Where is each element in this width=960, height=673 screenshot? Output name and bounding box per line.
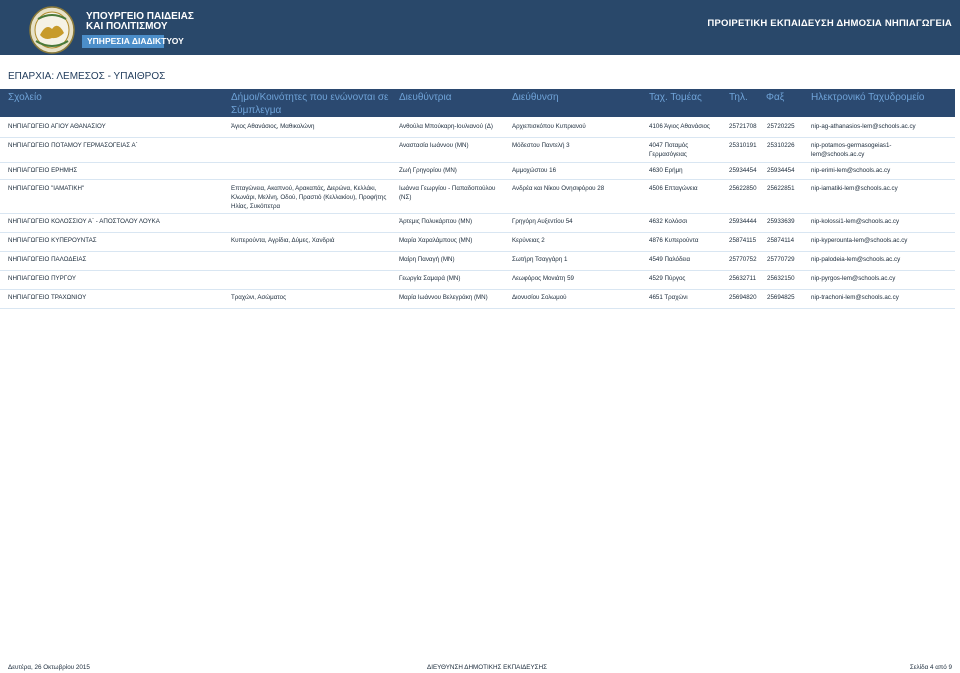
phone: 25310191 [729,142,757,149]
postal-code: 4549 Παλόδεια [649,256,691,263]
communities: Άγιος Αθανάσιος, Μαθικολώνη [231,123,315,130]
principal: Μαρία Χαραλάμπους (ΜΝ) [399,237,473,244]
principal: Ζωή Γρηγορίου (ΜΝ) [399,167,457,174]
principal: Αναστασία Ιωάννου (ΜΝ) [399,142,469,149]
principal: Γεωργία Σαμαρά (ΜΝ) [399,275,461,282]
principal: Άρτεμις Πολυκάρπου (ΜΝ) [399,218,473,225]
phone: 25721708 [729,123,757,130]
table-row: ΝΗΠΙΑΓΩΓΕΙΟ ΑΓΙΟΥ ΑΘΑΝΑΣΙΟΥ Άγιος Αθανάσ… [0,118,955,138]
school-name: ΝΗΠΙΑΓΩΓΕΙΟ ΚΟΛΟΣΣΙΟΥ Α΄ - ΑΠΟΣΤΟΛΟΥ ΛΟΥ… [8,218,160,225]
footer-date: Δευτέρα, 26 Οκτωβρίου 2015 [8,664,90,671]
cyprus-crest-icon [29,6,75,54]
postal-code: 4630 Ερήμη [649,167,683,174]
header-banner: ΥΠΟΥΡΓΕΙΟ ΠΑΙΔΕΙΑΣ ΚΑΙ ΠΟΛΙΤΙΣΜΟΥ ΥΠΗΡΕΣ… [0,0,960,55]
fax: 25694825 [767,294,795,301]
communities: Τραχώνι, Ασώματος [231,294,287,301]
school-name: ΝΗΠΙΑΓΩΓΕΙΟ ΚΥΠΕΡΟΥΝΤΑΣ [8,237,97,244]
communities: Επταγώνεια, Ακαπνού, Αρακαπάς, Διερώνα, … [231,185,387,210]
table-header: Σχολείο Δήμοι/Κοινότητες που ενώνονται σ… [0,89,955,117]
table-row: ΝΗΠΙΑΓΩΓΕΙΟ ΠΑΛΟΔΕΙΑΣ Μαίρη Παναγή (ΜΝ) … [0,252,955,271]
email-link[interactable]: nip-iamatiki-lem@schools.ac.cy [811,184,921,193]
directorate-title: ΠΡΟΙΡΕΤΙΚΗ ΕΚΠΑΙΔΕΥΣΗ ΔΗΜΟΣΙΑ ΝΗΠΙΑΓΩΓΕΙ… [707,18,952,29]
table-row: ΝΗΠΙΑΓΩΓΕΙΟ ΠΥΡΓΟΥ Γεωργία Σαμαρά (ΜΝ) Λ… [0,271,955,290]
fax: 25934454 [767,167,795,174]
table-row: ΝΗΠΙΑΓΩΓΕΙΟ ΕΡΗΜΗΣ Ζωή Γρηγορίου (ΜΝ) Αμ… [0,163,955,180]
column-address: Διεύθυνση [512,92,559,103]
postal-code: 4651 Τραχώνι [649,294,688,301]
fax: 25720225 [767,123,795,130]
email-link[interactable]: nip-kyperounta-lem@schools.ac.cy [811,236,921,245]
postal-code: 4876 Κυπερούντα [649,237,699,244]
phone: 25632711 [729,275,757,282]
school-name: ΝΗΠΙΑΓΩΓΕΙΟ ΠΟΤΑΜΟΥ ΓΕΡΜΑΣΟΓΕΙΑΣ Α΄ [8,142,138,149]
fax: 25310226 [767,142,795,149]
school-name: ΝΗΠΙΑΓΩΓΕΙΟ ΕΡΗΜΗΣ [8,167,78,174]
communities: Κυπερούντα, Αγρίδια, Δύμες, Χανδριά [231,237,335,244]
table-row: ΝΗΠΙΑΓΩΓΕΙΟ ΠΟΤΑΜΟΥ ΓΕΡΜΑΣΟΓΕΙΑΣ Α΄ Ανασ… [0,138,955,163]
phone: 25770752 [729,256,757,263]
postal-code: 4529 Πύργος [649,275,686,282]
phone: 25934444 [729,218,757,225]
address: Σωτήρη Τσαγγάρη 1 [512,256,568,263]
phone: 25874115 [729,237,757,244]
school-name: ΝΗΠΙΑΓΩΓΕΙΟ ΠΥΡΓΟΥ [8,275,76,282]
school-name: ΝΗΠΙΑΓΩΓΕΙΟ ΠΑΛΟΔΕΙΑΣ [8,256,87,263]
principal: Μαίρη Παναγή (ΜΝ) [399,256,455,263]
column-school: Σχολείο [8,92,42,103]
district-title: ΕΠΑΡΧΙΑ: ΛΕΜΕΣΟΣ - ΥΠΑΙΘΡΟΣ [8,71,166,82]
column-email: Ηλεκτρονικό Ταχυδρομείο [811,92,925,103]
column-fax: Φαξ [766,92,785,103]
address: Διονυσίου Σολωμού [512,294,567,301]
column-phone: Τηλ. [729,92,748,103]
phone: 25694820 [729,294,757,301]
principal: Ιωάννα Γεωργίου - Παπαδοπούλου (ΝΣ) [399,185,496,201]
address: Ανδρέα και Νίκου Ονησιφόρου 28 [512,185,605,192]
fax: 25874114 [767,237,795,244]
table-row: ΝΗΠΙΑΓΩΓΕΙΟ ΚΥΠΕΡΟΥΝΤΑΣ Κυπερούντα, Αγρί… [0,233,955,252]
ministry-name: ΥΠΟΥΡΓΕΙΟ ΠΑΙΔΕΙΑΣ ΚΑΙ ΠΟΛΙΤΙΣΜΟΥ [86,12,194,32]
fax: 25933639 [767,218,795,225]
email-link[interactable]: nip-pyrgos-lem@schools.ac.cy [811,274,921,283]
table-row: ΝΗΠΙΑΓΩΓΕΙΟ "ΙΑΜΑΤΙΚΗ" Επταγώνεια, Ακαπν… [0,180,955,214]
postal-code: 4632 Κολόσσι [649,218,688,225]
phone: 25934454 [729,167,757,174]
email-link[interactable]: nip-kolossi1-lem@schools.ac.cy [811,217,921,226]
fax: 25770729 [767,256,795,263]
table-row: ΝΗΠΙΑΓΩΓΕΙΟ ΚΟΛΟΣΣΙΟΥ Α΄ - ΑΠΟΣΤΟΛΟΥ ΛΟΥ… [0,214,955,233]
address: Κερύνειας 2 [512,237,545,244]
email-link[interactable]: nip-potamos-germasogeias1-lem@schools.ac… [811,141,911,159]
postal-code: 4506 Επταγώνεια [649,185,698,192]
address: Γρηγόρη Αυξεντίου 54 [512,218,573,225]
school-name: ΝΗΠΙΑΓΩΓΕΙΟ ΑΓΙΟΥ ΑΘΑΝΑΣΙΟΥ [8,123,106,130]
postal-code: 4047 Ποταμός Γερμασόγειας [649,142,689,158]
fax: 25622851 [767,185,795,192]
service-label: ΥΠΗΡΕΣΙΑ ΔΙΑΔΙΚΤΥΟΥ [82,35,184,48]
email-link[interactable]: nip-ag-athanasios-lem@schools.ac.cy [811,122,921,131]
phone: 25622850 [729,185,757,192]
address: Αρχιεπισκόπου Κυπριανού [512,123,586,130]
page-number: Σελίδα 4 από 9 [909,664,952,671]
column-principal: Διευθύντρια [399,92,452,103]
school-name: ΝΗΠΙΑΓΩΓΕΙΟ "ΙΑΜΑΤΙΚΗ" [8,185,85,192]
column-communities: Δήμοι/Κοινότητες που ενώνονται σε Σύμπλε… [231,92,389,116]
ministry-line-2: ΚΑΙ ΠΟΛΙΤΙΣΜΟΥ [86,21,168,32]
fax: 25632150 [767,275,795,282]
school-name: ΝΗΠΙΑΓΩΓΕΙΟ ΤΡΑΧΩΝΙΟΥ [8,294,87,301]
email-link[interactable]: nip-palodeia-lem@schools.ac.cy [811,255,921,264]
email-link[interactable]: nip-trachoni-lem@schools.ac.cy [811,293,921,302]
column-postal: Ταχ. Τομέας [649,92,702,103]
address: Μόδεστου Παντελή 3 [512,142,570,149]
address: Αμμοχώστου 16 [512,167,557,174]
principal: Μαρία Ιωάννου Βελεγράκη (ΜΝ) [399,294,488,301]
postal-code: 4106 Άγιος Αθανάσιος [649,123,710,130]
principal: Ανθούλα Μπούκαρη-Ιουλιανού (Δ) [399,123,493,130]
table-row: ΝΗΠΙΑΓΩΓΕΙΟ ΤΡΑΧΩΝΙΟΥ Τραχώνι, Ασώματος … [0,290,955,309]
email-link[interactable]: nip-erimi-lem@schools.ac.cy [811,166,921,175]
footer-directorate: ΔΙΕΥΘΥΝΣΗ ΔΗΜΟΤΙΚΗΣ ΕΚΠΑΙΔΕΥΣΗΣ [427,664,548,671]
address: Λεωφόρος Μονιάτη 59 [512,275,574,282]
